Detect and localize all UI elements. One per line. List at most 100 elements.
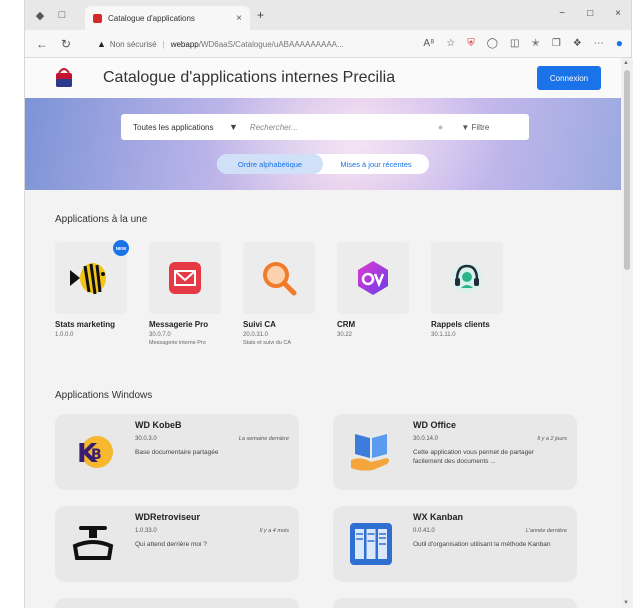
windows-app-card[interactable]: WX Kanban 0.0.41.0 L'année dernière Outi…	[333, 506, 577, 582]
window-controls: − □ ×	[559, 8, 621, 19]
caret-down-icon[interactable]: ▼	[229, 122, 238, 132]
tab-bar: ◆ □ Catalogue d'applications × + − □ ×	[25, 0, 631, 30]
magnifier-icon	[263, 262, 297, 296]
favorite-star-icon[interactable]: ☆	[446, 38, 455, 49]
app-name[interactable]: WX Kanban	[413, 512, 463, 522]
refresh-icon[interactable]: ↻	[59, 37, 73, 51]
windows-app-card[interactable]: WDRetroviseur 1.0.33.0 Il y a 4 mois Qui…	[55, 506, 299, 582]
search-bar: Toutes les applications ▼ Rechercher... …	[121, 114, 529, 140]
url-warning: Non sécurisé	[109, 39, 157, 49]
app-name[interactable]: Rappels clients	[431, 320, 503, 329]
featured-app-card[interactable]: Messagerie Pro 30.0.7.0 Messagerie inter…	[149, 242, 221, 346]
url-field[interactable]: ▲ Non sécurisé | webapp /WD6aaS/Catalogu…	[97, 34, 387, 54]
site-header: Catalogue d'applications internes Precil…	[25, 58, 621, 98]
copilot-icon[interactable]: ●	[616, 36, 623, 50]
windows-section-title: Applications Windows	[55, 390, 153, 401]
browser-tab[interactable]: Catalogue d'applications ×	[85, 6, 250, 30]
book-hand-icon	[345, 426, 397, 478]
app-tile[interactable]: NEW	[55, 240, 129, 314]
app-version: 30.0.7.0	[149, 332, 171, 338]
app-name[interactable]: WD Office	[413, 420, 456, 430]
app-description: Stats et suivi du CA	[243, 340, 291, 346]
app-version: 20.0.31.0	[243, 332, 269, 338]
shield-extension-icon[interactable]: ⛨	[467, 38, 475, 49]
app-description: Base documentaire partagée	[135, 449, 219, 456]
category-select[interactable]: Toutes les applications	[133, 123, 229, 132]
browser-window: ◆ □ Catalogue d'applications × + − □ × ←…	[24, 0, 633, 608]
tab-title: Catalogue d'applications	[108, 13, 195, 23]
close-window-button[interactable]: ×	[615, 8, 621, 19]
featured-apps: NEW Stats marketing 1.0.0.0 Messagerie P…	[55, 240, 503, 346]
url-path: /WD6aaS/Catalogue/uABAAAAAAAAA...	[198, 39, 344, 49]
tab-actions-icon[interactable]: □	[55, 8, 69, 22]
login-button[interactable]: Connexion	[537, 66, 601, 90]
kanban-icon	[345, 518, 397, 570]
minimize-button[interactable]: −	[559, 8, 565, 19]
split-screen-icon[interactable]: ◫	[510, 38, 519, 49]
page-content: Catalogue d'applications internes Precil…	[25, 58, 621, 608]
featured-app-card[interactable]: NEW Stats marketing 1.0.0.0	[55, 240, 129, 346]
app-tile[interactable]	[431, 242, 503, 314]
scrollbar-thumb[interactable]	[624, 70, 630, 270]
windows-app-card-partial[interactable]	[55, 598, 299, 608]
headset-icon	[452, 263, 482, 293]
new-badge: NEW	[113, 240, 129, 256]
back-icon[interactable]: ←	[35, 37, 49, 51]
tab-alphabetical[interactable]: Ordre alphabétique	[217, 154, 323, 174]
featured-app-card[interactable]: Rappels clients 30.1.11.0	[431, 242, 503, 346]
app-name[interactable]: Messagerie Pro	[149, 320, 221, 329]
extension-icon[interactable]: ◯	[487, 38, 498, 49]
read-aloud-icon[interactable]: A⁸	[423, 38, 434, 49]
collections-icon[interactable]: ❐	[552, 38, 561, 49]
windows-app-card-partial[interactable]	[333, 598, 577, 608]
app-version: 30.1.11.0	[431, 332, 456, 338]
app-name[interactable]: WD KobeB	[135, 420, 182, 430]
app-name[interactable]: CRM	[337, 320, 409, 329]
bag-logo-icon	[56, 68, 72, 87]
app-name[interactable]: Stats marketing	[55, 320, 127, 329]
tab-close-icon[interactable]: ×	[236, 13, 242, 24]
filter-button[interactable]: ▼ Filtre	[461, 123, 489, 132]
url-separator: |	[162, 39, 165, 49]
app-version: 1.0.0.0	[55, 332, 74, 338]
app-description: Outil d'organisation utilisant la méthod…	[413, 541, 551, 548]
scroll-down-icon[interactable]: ▼	[623, 600, 629, 606]
featured-section-title: Applications à la une	[55, 214, 148, 225]
hero-banner: Toutes les applications ▼ Rechercher... …	[25, 98, 621, 190]
windows-app-card[interactable]: WD Office 30.0.14.0 Il y a 2 jours Cette…	[333, 414, 577, 490]
featured-app-card[interactable]: CRM 30.22	[337, 242, 409, 346]
new-tab-button[interactable]: +	[257, 8, 264, 22]
tab-recent-updates[interactable]: Mises à jour récentes	[323, 154, 429, 174]
profile-icon[interactable]: ◆	[33, 8, 47, 22]
mail-icon	[169, 262, 201, 294]
maximize-button[interactable]: □	[587, 8, 593, 19]
app-tile[interactable]	[337, 242, 409, 314]
app-tile[interactable]	[243, 242, 315, 314]
clear-search-icon[interactable]: ●	[438, 122, 443, 132]
page-scrollbar[interactable]: ▲ ▼	[621, 58, 633, 608]
filter-label: Filtre	[471, 122, 490, 132]
sort-tabs: Ordre alphabétique Mises à jour récentes	[217, 154, 429, 174]
featured-app-card[interactable]: Suivi CA 20.0.31.0 Stats et suivi du CA	[243, 242, 315, 346]
favicon-icon	[93, 13, 102, 23]
app-updated: La semaine dernière	[238, 436, 289, 442]
app-name[interactable]: WDRetroviseur	[135, 512, 200, 522]
scroll-up-icon[interactable]: ▲	[623, 60, 629, 66]
app-updated: L'année dernière	[525, 528, 567, 534]
browser-toolbar: A⁸ ☆ ⛨ ◯ ◫ ✭ ❐ ❖ ⋯ ●	[423, 36, 623, 50]
fish-icon	[70, 263, 106, 295]
mirror-icon	[67, 518, 119, 570]
app-version: 30.0.3.0	[135, 436, 157, 442]
windows-apps-grid: K B WD KobeB 30.0.3.0 La semaine dernièr…	[55, 414, 577, 608]
extensions-puzzle-icon[interactable]: ❖	[573, 38, 582, 49]
favorites-icon[interactable]: ✭	[531, 38, 539, 49]
windows-app-card[interactable]: K B WD KobeB 30.0.3.0 La semaine dernièr…	[55, 414, 299, 490]
app-version: 30.22	[337, 332, 353, 338]
address-bar: ← ↻ ▲ Non sécurisé | webapp /WD6aaS/Cata…	[25, 30, 631, 58]
warning-icon: ▲	[97, 39, 106, 49]
app-name[interactable]: Suivi CA	[243, 320, 315, 329]
app-updated: Il y a 4 mois	[259, 528, 289, 534]
app-tile[interactable]	[149, 242, 221, 314]
search-input[interactable]: Rechercher...	[250, 123, 438, 132]
more-options-icon[interactable]: ⋯	[594, 38, 604, 49]
